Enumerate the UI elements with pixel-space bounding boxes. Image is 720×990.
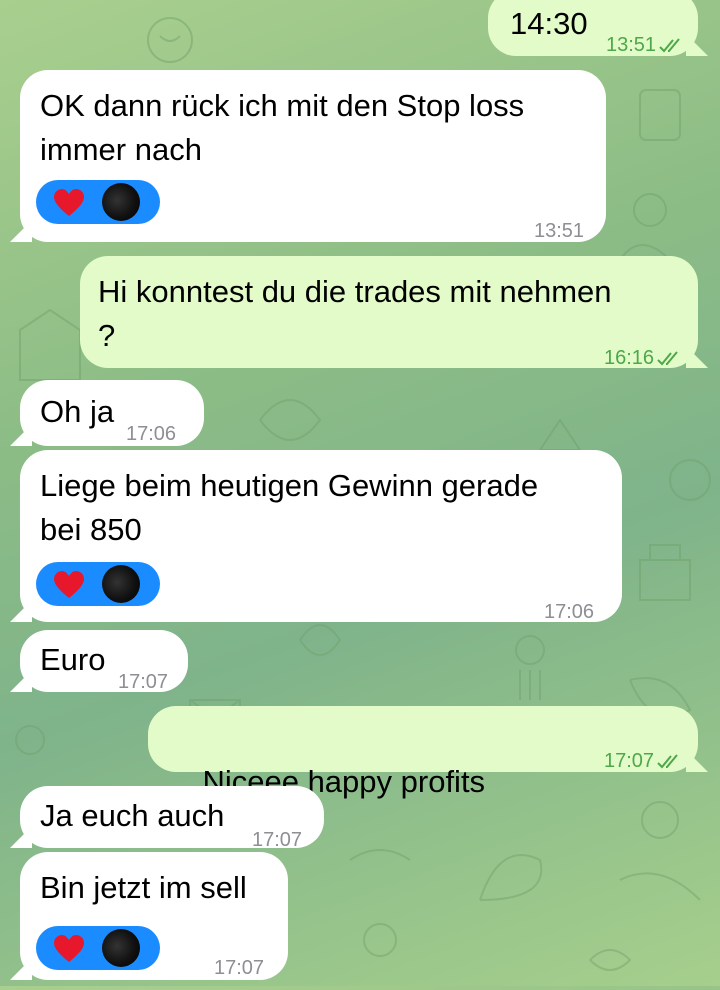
double-check-icon bbox=[659, 38, 680, 53]
avatar bbox=[102, 183, 140, 221]
message-text: Hi konntest du die trades mit nehmen ? bbox=[98, 274, 612, 353]
heart-icon bbox=[54, 571, 84, 598]
message-time: 17:07 bbox=[604, 739, 682, 783]
avatar bbox=[102, 929, 140, 967]
heart-icon bbox=[54, 189, 84, 216]
avatar bbox=[102, 565, 140, 603]
message-time: 13:51 bbox=[606, 23, 684, 67]
message-time: 17:07 bbox=[214, 957, 265, 979]
message-time: 17:06 bbox=[544, 601, 595, 623]
reaction-pill[interactable] bbox=[36, 926, 160, 970]
outgoing-message[interactable]: 14:30 13:51 bbox=[488, 0, 698, 56]
double-check-icon bbox=[657, 351, 678, 366]
message-time: 13:51 bbox=[534, 220, 585, 242]
incoming-message[interactable]: Liege beim heutigen Gewinn gerade bei 85… bbox=[20, 450, 622, 623]
heart-icon bbox=[54, 935, 84, 962]
message-text: Liege beim heutigen Gewinn gerade bei 85… bbox=[40, 468, 539, 547]
message-time: 17:07 bbox=[118, 671, 169, 693]
message-text: Bin jetzt im sell bbox=[40, 870, 247, 905]
reaction-pill[interactable] bbox=[36, 562, 160, 606]
incoming-message[interactable]: OK dann rück ich mit den Stop loss immer… bbox=[20, 70, 606, 242]
incoming-message[interactable]: Ja euch auch 17:07 bbox=[20, 786, 324, 851]
outgoing-message[interactable]: Niceee happy profits 17:07 bbox=[148, 706, 698, 848]
message-time: 16:16 bbox=[604, 336, 682, 380]
incoming-message[interactable]: Bin jetzt im sell 17:07 bbox=[20, 852, 288, 980]
double-check-icon bbox=[657, 754, 678, 769]
incoming-message[interactable]: Oh ja 17:06 bbox=[20, 380, 204, 446]
reaction-pill[interactable] bbox=[36, 180, 160, 224]
outgoing-message[interactable]: Hi konntest du die trades mit nehmen ? 1… bbox=[80, 256, 698, 369]
incoming-message[interactable]: Euro 17:07 bbox=[20, 630, 188, 693]
message-text: OK dann rück ich mit den Stop loss immer… bbox=[40, 88, 525, 167]
